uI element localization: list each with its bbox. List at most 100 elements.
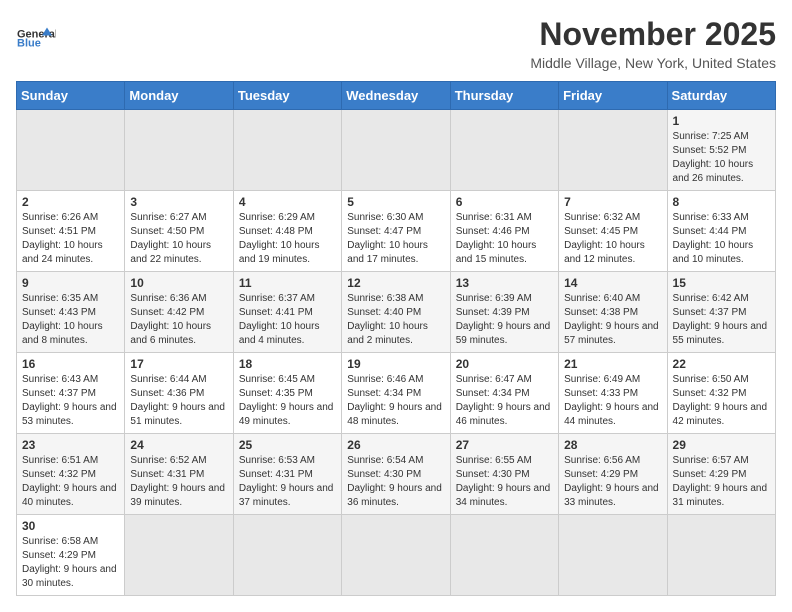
day-number: 8 <box>673 195 770 209</box>
day-cell: 15 Sunrise: 6:42 AM Sunset: 4:37 PM Dayli… <box>667 272 775 353</box>
day-number: 25 <box>239 438 336 452</box>
day-number: 2 <box>22 195 119 209</box>
day-number: 14 <box>564 276 661 290</box>
day-cell: 16 Sunrise: 6:43 AM Sunset: 4:37 PM Dayli… <box>17 353 125 434</box>
day-number: 9 <box>22 276 119 290</box>
day-info: Sunrise: 7:25 AM Sunset: 5:52 PM Dayligh… <box>673 130 770 186</box>
day-number: 4 <box>239 195 336 209</box>
day-cell: 8 Sunrise: 6:33 AM Sunset: 4:44 PM Daylig… <box>667 191 775 272</box>
day-number: 27 <box>456 438 553 452</box>
day-info: Sunrise: 6:31 AM Sunset: 4:46 PM Dayligh… <box>456 211 553 267</box>
day-number: 7 <box>564 195 661 209</box>
svg-text:Blue: Blue <box>17 38 41 50</box>
weekday-header-tuesday: Tuesday <box>233 82 341 110</box>
day-cell: 26 Sunrise: 6:54 AM Sunset: 4:30 PM Dayli… <box>342 434 450 515</box>
day-cell <box>342 515 450 596</box>
day-cell: 17 Sunrise: 6:44 AM Sunset: 4:36 PM Dayli… <box>125 353 233 434</box>
week-row-5: 23Sunrise: 6:51 AM Sunset: 4:32 PM Dayli… <box>17 434 776 515</box>
day-number: 24 <box>130 438 227 452</box>
day-cell: 12Sunrise: 6:38 AM Sunset: 4:40 PM Dayli… <box>342 272 450 353</box>
day-info: Sunrise: 6:35 AM Sunset: 4:43 PM Dayligh… <box>22 292 119 348</box>
day-number: 15 <box>673 276 770 290</box>
day-number: 16 <box>22 357 119 371</box>
day-number: 29 <box>673 438 770 452</box>
day-cell: 20Sunrise: 6:47 AM Sunset: 4:34 PM Dayli… <box>450 353 558 434</box>
day-info: Sunrise: 6:36 AM Sunset: 4:42 PM Dayligh… <box>130 292 227 348</box>
day-info: Sunrise: 6:38 AM Sunset: 4:40 PM Dayligh… <box>347 292 444 348</box>
day-cell <box>125 110 233 191</box>
day-info: Sunrise: 6:47 AM Sunset: 4:34 PM Dayligh… <box>456 373 553 429</box>
day-cell: 4 Sunrise: 6:29 AM Sunset: 4:48 PM Daylig… <box>233 191 341 272</box>
day-cell <box>17 110 125 191</box>
day-info: Sunrise: 6:51 AM Sunset: 4:32 PM Dayligh… <box>22 454 119 510</box>
day-cell: 25 Sunrise: 6:53 AM Sunset: 4:31 PM Dayli… <box>233 434 341 515</box>
day-cell: 29 Sunrise: 6:57 AM Sunset: 4:29 PM Dayli… <box>667 434 775 515</box>
day-cell: 19 Sunrise: 6:46 AM Sunset: 4:34 PM Dayli… <box>342 353 450 434</box>
day-info: Sunrise: 6:49 AM Sunset: 4:33 PM Dayligh… <box>564 373 661 429</box>
day-number: 21 <box>564 357 661 371</box>
day-cell: 23Sunrise: 6:51 AM Sunset: 4:32 PM Dayli… <box>17 434 125 515</box>
day-info: Sunrise: 6:33 AM Sunset: 4:44 PM Dayligh… <box>673 211 770 267</box>
day-number: 30 <box>22 519 119 533</box>
day-info: Sunrise: 6:53 AM Sunset: 4:31 PM Dayligh… <box>239 454 336 510</box>
calendar-table: SundayMondayTuesdayWednesdayThursdayFrid… <box>16 81 776 596</box>
day-number: 19 <box>347 357 444 371</box>
day-cell <box>233 110 341 191</box>
day-info: Sunrise: 6:45 AM Sunset: 4:35 PM Dayligh… <box>239 373 336 429</box>
day-info: Sunrise: 6:39 AM Sunset: 4:39 PM Dayligh… <box>456 292 553 348</box>
month-title: November 2025 <box>530 16 776 53</box>
weekday-header-thursday: Thursday <box>450 82 558 110</box>
day-cell: 1 Sunrise: 7:25 AM Sunset: 5:52 PM Daylig… <box>667 110 775 191</box>
day-info: Sunrise: 6:46 AM Sunset: 4:34 PM Dayligh… <box>347 373 444 429</box>
weekday-header-row: SundayMondayTuesdayWednesdayThursdayFrid… <box>17 82 776 110</box>
day-number: 6 <box>456 195 553 209</box>
day-number: 17 <box>130 357 227 371</box>
day-cell: 11Sunrise: 6:37 AM Sunset: 4:41 PM Dayli… <box>233 272 341 353</box>
weekday-header-monday: Monday <box>125 82 233 110</box>
day-info: Sunrise: 6:26 AM Sunset: 4:51 PM Dayligh… <box>22 211 119 267</box>
location-title: Middle Village, New York, United States <box>530 55 776 71</box>
week-row-4: 16 Sunrise: 6:43 AM Sunset: 4:37 PM Dayli… <box>17 353 776 434</box>
day-cell: 14 Sunrise: 6:40 AM Sunset: 4:38 PM Dayli… <box>559 272 667 353</box>
day-cell: 22Sunrise: 6:50 AM Sunset: 4:32 PM Dayli… <box>667 353 775 434</box>
day-number: 1 <box>673 114 770 128</box>
day-number: 28 <box>564 438 661 452</box>
day-number: 3 <box>130 195 227 209</box>
day-info: Sunrise: 6:43 AM Sunset: 4:37 PM Dayligh… <box>22 373 119 429</box>
day-cell: 5Sunrise: 6:30 AM Sunset: 4:47 PM Daylig… <box>342 191 450 272</box>
day-number: 13 <box>456 276 553 290</box>
title-area: November 2025 Middle Village, New York, … <box>530 16 776 71</box>
day-info: Sunrise: 6:27 AM Sunset: 4:50 PM Dayligh… <box>130 211 227 267</box>
day-cell: 30 Sunrise: 6:58 AM Sunset: 4:29 PM Dayli… <box>17 515 125 596</box>
week-row-1: 1 Sunrise: 7:25 AM Sunset: 5:52 PM Daylig… <box>17 110 776 191</box>
logo: General Blue <box>16 16 56 56</box>
week-row-3: 9 Sunrise: 6:35 AM Sunset: 4:43 PM Daylig… <box>17 272 776 353</box>
day-info: Sunrise: 6:29 AM Sunset: 4:48 PM Dayligh… <box>239 211 336 267</box>
day-cell: 6 Sunrise: 6:31 AM Sunset: 4:46 PM Daylig… <box>450 191 558 272</box>
day-cell <box>450 110 558 191</box>
day-info: Sunrise: 6:32 AM Sunset: 4:45 PM Dayligh… <box>564 211 661 267</box>
day-cell: 24 Sunrise: 6:52 AM Sunset: 4:31 PM Dayli… <box>125 434 233 515</box>
day-cell: 28Sunrise: 6:56 AM Sunset: 4:29 PM Dayli… <box>559 434 667 515</box>
day-cell: 27 Sunrise: 6:55 AM Sunset: 4:30 PM Dayli… <box>450 434 558 515</box>
day-info: Sunrise: 6:30 AM Sunset: 4:47 PM Dayligh… <box>347 211 444 267</box>
day-cell <box>559 515 667 596</box>
day-info: Sunrise: 6:58 AM Sunset: 4:29 PM Dayligh… <box>22 535 119 591</box>
day-number: 26 <box>347 438 444 452</box>
day-info: Sunrise: 6:44 AM Sunset: 4:36 PM Dayligh… <box>130 373 227 429</box>
day-info: Sunrise: 6:37 AM Sunset: 4:41 PM Dayligh… <box>239 292 336 348</box>
day-info: Sunrise: 6:57 AM Sunset: 4:29 PM Dayligh… <box>673 454 770 510</box>
header: General Blue November 2025 Middle Villag… <box>16 16 776 71</box>
day-cell: 21 Sunrise: 6:49 AM Sunset: 4:33 PM Dayli… <box>559 353 667 434</box>
day-cell <box>342 110 450 191</box>
day-info: Sunrise: 6:50 AM Sunset: 4:32 PM Dayligh… <box>673 373 770 429</box>
day-info: Sunrise: 6:42 AM Sunset: 4:37 PM Dayligh… <box>673 292 770 348</box>
day-info: Sunrise: 6:40 AM Sunset: 4:38 PM Dayligh… <box>564 292 661 348</box>
day-info: Sunrise: 6:54 AM Sunset: 4:30 PM Dayligh… <box>347 454 444 510</box>
day-info: Sunrise: 6:55 AM Sunset: 4:30 PM Dayligh… <box>456 454 553 510</box>
weekday-header-saturday: Saturday <box>667 82 775 110</box>
weekday-header-wednesday: Wednesday <box>342 82 450 110</box>
day-cell: 13 Sunrise: 6:39 AM Sunset: 4:39 PM Dayli… <box>450 272 558 353</box>
day-info: Sunrise: 6:52 AM Sunset: 4:31 PM Dayligh… <box>130 454 227 510</box>
day-cell <box>667 515 775 596</box>
